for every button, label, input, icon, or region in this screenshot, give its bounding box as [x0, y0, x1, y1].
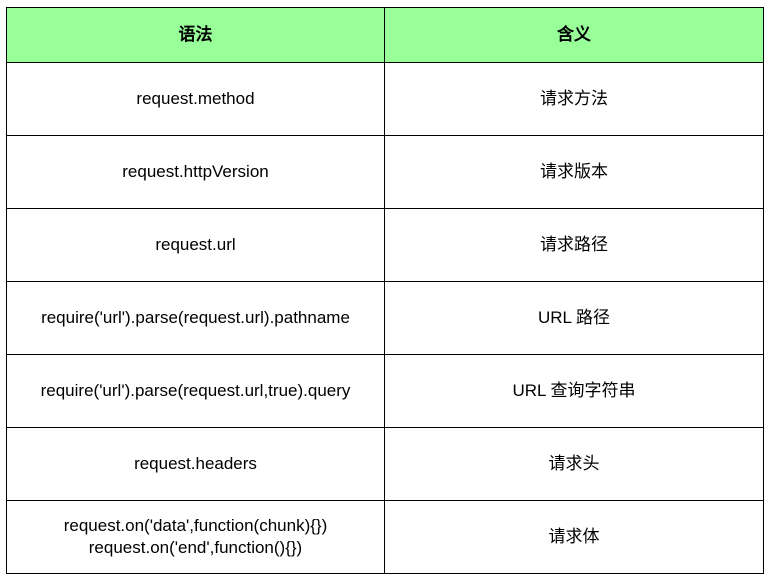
syntax-cell: request.headers: [6, 427, 385, 501]
table-row: request.headers 请求头: [6, 427, 764, 501]
meaning-cell: 请求方法: [384, 62, 764, 136]
meaning-cell: 请求路径: [384, 208, 764, 282]
table-row: require('url').parse(request.url,true).q…: [6, 354, 764, 428]
meaning-cell: 请求体: [384, 500, 764, 574]
syntax-line: request.on('data',function(chunk){}): [63, 516, 328, 535]
header-meaning: 含义: [384, 7, 764, 63]
meaning-cell: 请求头: [384, 427, 764, 501]
syntax-cell: request.httpVersion: [6, 135, 385, 209]
header-syntax: 语法: [6, 7, 385, 63]
syntax-table: 语法 含义 request.method 请求方法 request.httpVe…: [6, 7, 764, 574]
table-row: request.httpVersion 请求版本: [6, 135, 764, 209]
syntax-line: request.on('end',function(){}): [88, 538, 303, 557]
table-row: request.url 请求路径: [6, 208, 764, 282]
syntax-table-container: 语法 含义 request.method 请求方法 request.httpVe…: [6, 7, 764, 574]
table-row: request.on('data',function(chunk){}) req…: [6, 500, 764, 574]
table-header-row: 语法 含义: [6, 7, 764, 63]
table-row: require('url').parse(request.url).pathna…: [6, 281, 764, 355]
syntax-cell: require('url').parse(request.url).pathna…: [6, 281, 385, 355]
meaning-cell: URL 查询字符串: [384, 354, 764, 428]
syntax-cell: request.on('data',function(chunk){}) req…: [6, 500, 385, 574]
syntax-cell: request.url: [6, 208, 385, 282]
meaning-cell: URL 路径: [384, 281, 764, 355]
syntax-cell: request.method: [6, 62, 385, 136]
table-row: request.method 请求方法: [6, 62, 764, 136]
syntax-cell: require('url').parse(request.url,true).q…: [6, 354, 385, 428]
meaning-cell: 请求版本: [384, 135, 764, 209]
